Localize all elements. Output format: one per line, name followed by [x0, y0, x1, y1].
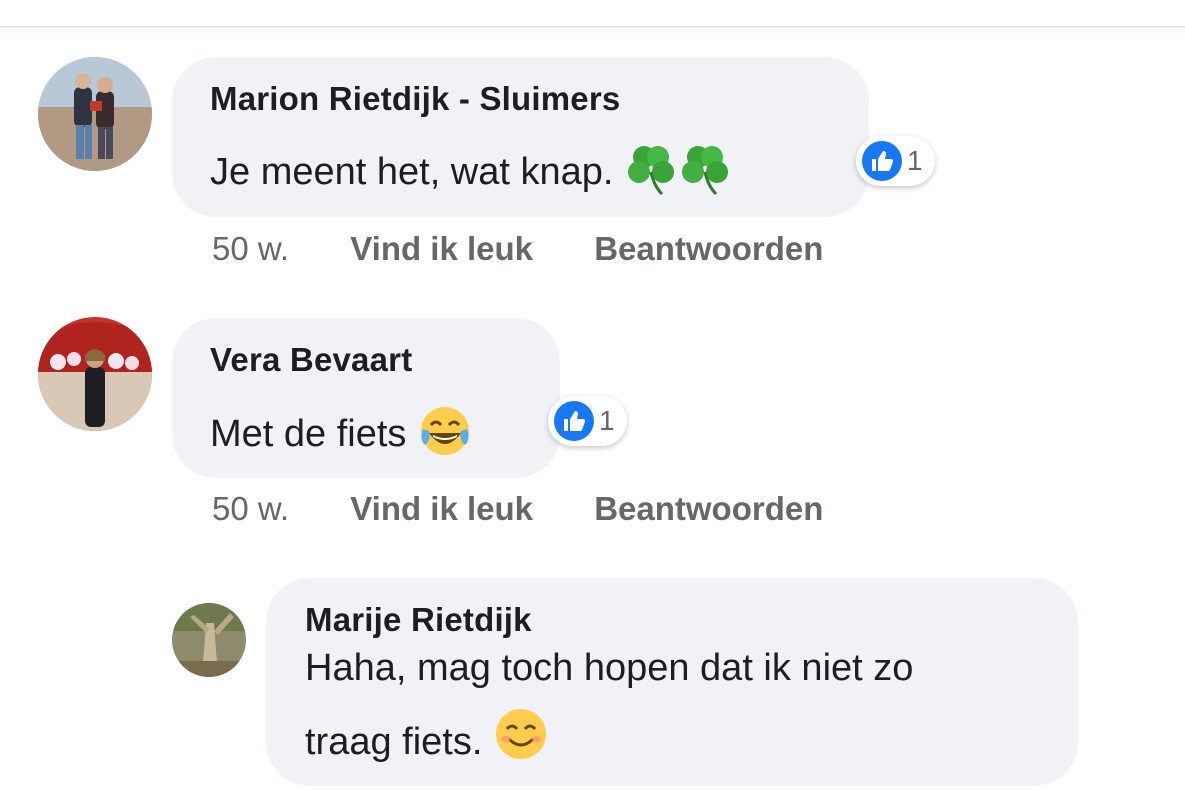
- avatar[interactable]: [172, 603, 246, 677]
- comment-author[interactable]: Marion Rietdijk - Sluimers: [210, 80, 620, 118]
- comment-actions: 50 w. Vind ik leuk Beantwoorden: [212, 230, 823, 268]
- reaction-badge[interactable]: 1: [548, 396, 627, 446]
- reply-text-line: traag fiets.: [305, 706, 549, 782]
- reply-text-line: Haha, mag toch hopen dat ik niet zo: [305, 647, 914, 689]
- reaction-badge[interactable]: 1: [856, 136, 935, 186]
- tears-of-joy-icon: [417, 403, 473, 469]
- like-link[interactable]: Vind ik leuk: [350, 490, 533, 527]
- avatar[interactable]: [38, 57, 152, 171]
- thumbs-up-icon: [862, 141, 902, 181]
- comment-actions: 50 w. Vind ik leuk Beantwoorden: [212, 490, 823, 528]
- top-bar: [0, 0, 1185, 27]
- comment-text: Je meent het, wat knap.: [210, 142, 732, 206]
- top-shade: [0, 27, 1185, 35]
- comment-author[interactable]: Vera Bevaart: [210, 341, 412, 379]
- avatar[interactable]: [38, 317, 152, 431]
- thumbs-up-icon: [554, 401, 594, 441]
- four-leaf-clover-icon: [678, 142, 732, 206]
- comment-timestamp[interactable]: 50 w.: [212, 230, 289, 267]
- reply-link[interactable]: Beantwoorden: [594, 490, 823, 527]
- reply-link[interactable]: Beantwoorden: [594, 230, 823, 267]
- four-leaf-clover-icon: [624, 142, 678, 206]
- reaction-count: 1: [907, 145, 923, 176]
- reply-author[interactable]: Marije Rietdijk: [305, 601, 532, 639]
- like-link[interactable]: Vind ik leuk: [350, 230, 533, 267]
- reaction-count: 1: [599, 405, 615, 436]
- comment-text: Met de fiets: [210, 403, 473, 469]
- smiling-face-icon: [493, 706, 549, 782]
- comment-timestamp[interactable]: 50 w.: [212, 490, 289, 527]
